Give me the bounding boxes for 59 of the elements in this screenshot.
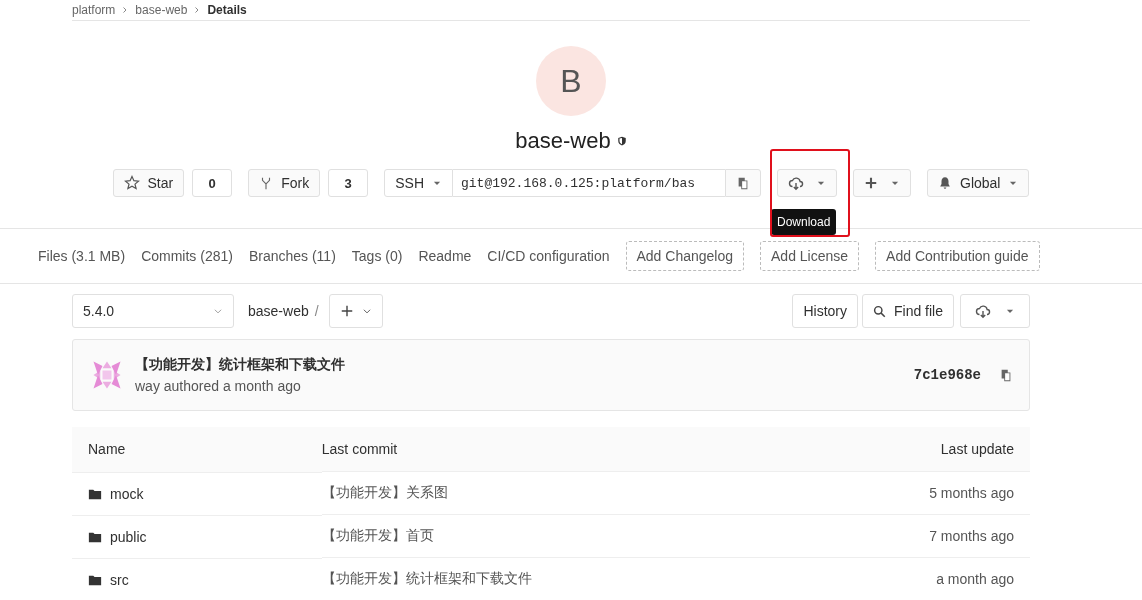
folder-link[interactable]: src — [110, 571, 129, 588]
plus-icon — [864, 176, 878, 190]
fork-button[interactable]: Fork — [248, 169, 321, 197]
download-button[interactable] — [777, 169, 837, 197]
nav-link[interactable]: Tags (0) — [351, 248, 403, 264]
notification-button[interactable]: Global — [927, 169, 1030, 197]
search-icon — [872, 304, 886, 318]
nav-link[interactable]: CI/CD configuration — [487, 248, 610, 264]
breadcrumb-link[interactable]: Details — [207, 3, 247, 17]
folder-link[interactable]: public — [110, 528, 147, 545]
chevron-down-icon — [213, 306, 223, 316]
folder-link[interactable]: mock — [110, 485, 144, 502]
commit-author: way authored a month ago — [135, 378, 302, 394]
column-header: Name — [72, 427, 322, 472]
add-file-button[interactable] — [328, 294, 383, 328]
download-button[interactable] — [960, 294, 1030, 328]
commit-message[interactable]: 【功能开发】统计框架和下载文件 — [135, 356, 345, 374]
path-separator: / — [314, 303, 319, 319]
protocol-dropdown[interactable]: SSH — [384, 169, 453, 197]
suggestion-button[interactable]: Add Changelog — [625, 241, 745, 271]
copy-button[interactable] — [725, 169, 761, 197]
column-header: Last update — [707, 427, 1030, 472]
commit-link[interactable]: 【功能开发】统计框架和下载文件 — [321, 570, 532, 587]
nav-link[interactable]: Readme — [418, 248, 472, 264]
suggestion-button[interactable]: Add Contribution guide — [875, 241, 1040, 271]
commit-link[interactable]: 【功能开发】首页 — [321, 527, 434, 543]
chevron-down-icon — [361, 306, 372, 316]
plus-icon — [339, 304, 354, 318]
star-button[interactable]: Star — [112, 169, 185, 197]
path-link[interactable]: base-web — [248, 303, 309, 319]
cloud-download-icon — [788, 175, 804, 191]
star-icon — [123, 175, 140, 191]
project-avatar: B — [536, 46, 606, 116]
nav-link[interactable]: Branches (11) — [248, 248, 336, 264]
tooltip: Download — [771, 209, 837, 235]
copy-icon — [736, 176, 750, 190]
suggestion-button[interactable]: Add License — [760, 241, 860, 271]
project-title: base-web — [515, 128, 611, 154]
update-time: 5 months ago — [929, 485, 1014, 501]
history-button[interactable]: History — [792, 294, 858, 328]
commit-sha[interactable]: 7c1e968e — [913, 367, 981, 383]
fork-count[interactable]: 3 — [328, 169, 369, 197]
breadcrumb-link[interactable]: base-web — [135, 3, 188, 17]
add-button[interactable] — [853, 169, 911, 197]
update-time: 7 months ago — [929, 528, 1014, 544]
shield-icon — [616, 136, 627, 146]
bell-icon — [938, 176, 952, 190]
cloud-download-icon — [975, 303, 991, 319]
update-time: a month ago — [936, 571, 1014, 588]
nav-link[interactable]: Commits (281) — [141, 248, 233, 264]
copy-icon — [999, 368, 1013, 382]
commit-link[interactable]: 【功能开发】关系图 — [321, 484, 448, 500]
clone-url-field[interactable]: git@192.168.0.125:platform/bas — [453, 169, 725, 197]
column-header: Last commit — [321, 427, 708, 472]
star-count[interactable]: 0 — [192, 169, 233, 197]
breadcrumb-link[interactable]: platform — [72, 3, 116, 17]
nav-link[interactable]: Files (3.1 MB) — [38, 248, 126, 264]
branch-dropdown[interactable]: 5.4.0 — [72, 294, 234, 328]
find-file-button[interactable]: Find file — [861, 294, 954, 328]
